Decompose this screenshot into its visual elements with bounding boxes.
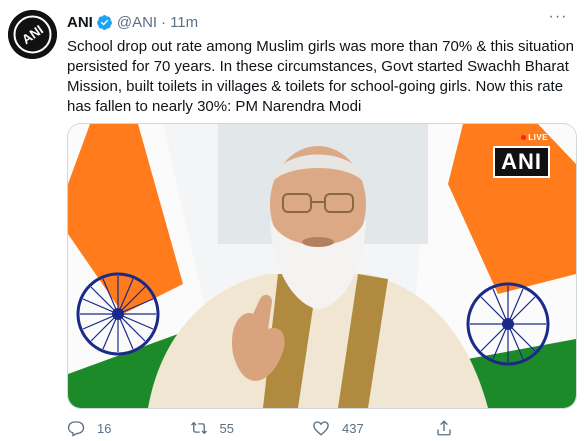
tweet-media[interactable]: LIVE ANI [67, 123, 577, 409]
retweet-count: 55 [219, 420, 234, 436]
live-badge: LIVE [521, 133, 548, 142]
ani-watermark: ANI [493, 146, 550, 178]
tweet[interactable]: ANI ANI @ANI · 11m ··· School drop out r… [0, 0, 584, 441]
like-button[interactable]: 437 [312, 419, 435, 437]
separator-dot: · [161, 13, 167, 31]
reply-icon [67, 421, 85, 437]
share-button[interactable] [435, 419, 558, 437]
avatar[interactable]: ANI [8, 10, 57, 59]
ani-avatar-logo: ANI [8, 10, 57, 59]
author-handle[interactable]: @ANI [117, 14, 157, 31]
live-dot-icon [521, 135, 527, 141]
retweet-button[interactable]: 55 [190, 419, 313, 437]
reply-button[interactable]: 16 [67, 419, 190, 437]
like-icon [313, 421, 329, 436]
more-icon[interactable]: ··· [548, 9, 568, 30]
author-name[interactable]: ANI [67, 14, 93, 31]
like-count: 437 [342, 420, 364, 436]
live-label: LIVE [528, 133, 548, 142]
share-icon [436, 420, 451, 436]
tweet-header: ANI @ANI · 11m [67, 12, 198, 32]
reply-count: 16 [97, 420, 112, 436]
tweet-timestamp[interactable]: 11m [170, 14, 198, 31]
tweet-text: School drop out rate among Muslim girls … [67, 38, 574, 115]
retweet-icon [190, 421, 207, 435]
tweet-actions: 16 55 437 [67, 417, 557, 439]
verified-badge-icon [96, 14, 113, 31]
